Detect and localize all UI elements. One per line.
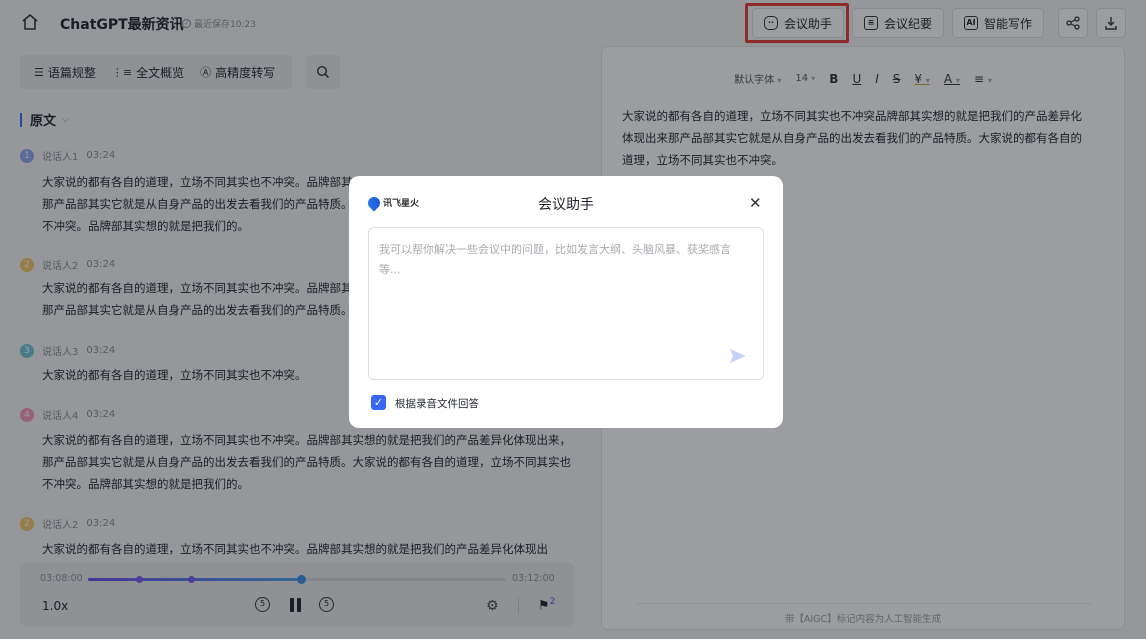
send-icon[interactable] <box>729 348 747 364</box>
question-placeholder: 我可以帮你解决一些会议中的问题，比如发言大纲、头脑风暴、获奖感言等... <box>379 243 731 276</box>
checkbox-label: 根据录音文件回答 <box>395 398 479 410</box>
dialog-title: 会议助手 <box>538 197 594 213</box>
assistant-dialog: 讯飞星火 会议助手 ✕ 我可以帮你解决一些会议中的问题，比如发言大纲、头脑风暴、… <box>349 176 783 428</box>
question-input[interactable]: 我可以帮你解决一些会议中的问题，比如发言大纲、头脑风暴、获奖感言等... <box>368 227 764 380</box>
close-icon[interactable]: ✕ <box>749 194 762 212</box>
answer-from-recording-checkbox[interactable]: ✓ <box>371 395 386 410</box>
